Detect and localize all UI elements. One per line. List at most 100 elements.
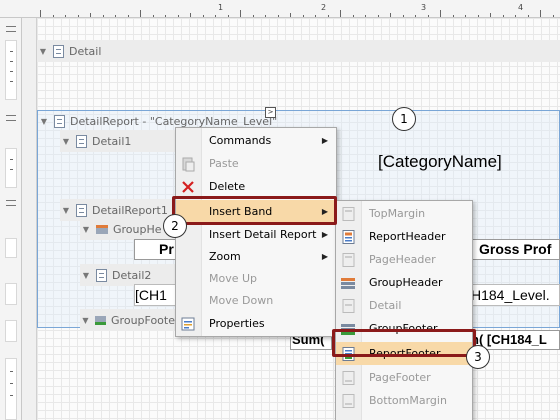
ruler-tick xyxy=(415,15,416,17)
ruler-tick xyxy=(365,15,366,17)
submenu-item-detail[interactable]: Detail xyxy=(336,294,472,317)
submenu-item-page-footer[interactable]: PageFooter xyxy=(336,366,472,389)
ruler-tick xyxy=(252,15,254,17)
callout-step-2: 2 xyxy=(163,214,187,238)
highlight-report-footer xyxy=(332,329,476,357)
band-detail1[interactable]: ▼ Detail1 xyxy=(60,130,175,152)
submenu-item-top-margin[interactable]: TopMargin xyxy=(336,202,472,225)
menu-item-label: PageFooter xyxy=(369,371,431,384)
band-label: Detail1 xyxy=(92,134,132,148)
menu-item-delete[interactable]: Delete xyxy=(176,175,336,198)
menu-item-move-up[interactable]: Move Up xyxy=(176,267,336,290)
ruler-tick xyxy=(340,10,341,17)
collapse-caret-icon[interactable]: ▼ xyxy=(37,47,49,56)
ruler-tick xyxy=(215,15,216,17)
ruler-tick xyxy=(377,15,379,17)
ruler-tick xyxy=(502,15,504,17)
band-group-footer[interactable]: ▼ GroupFoote xyxy=(80,309,175,331)
band-grip-icon[interactable] xyxy=(6,115,16,121)
collapse-caret-icon[interactable]: ▼ xyxy=(60,137,72,146)
collapse-caret-icon[interactable]: ▼ xyxy=(60,206,72,215)
menu-item-label: Commands xyxy=(209,134,272,147)
ruler-tick xyxy=(477,15,479,17)
header-cell-gross-profit[interactable]: Gross Prof xyxy=(470,239,560,260)
ruler-segment xyxy=(5,358,17,420)
bottom-margin-icon xyxy=(340,393,356,409)
ruler-number: 3 xyxy=(421,3,427,12)
ruler-tick xyxy=(452,15,454,17)
ruler-tick xyxy=(40,10,41,17)
band-icon xyxy=(96,268,107,282)
ruler-tick xyxy=(227,15,229,17)
ruler-tick xyxy=(77,15,79,17)
group-footer-icon xyxy=(95,315,107,325)
collapse-caret-icon[interactable]: ▼ xyxy=(80,271,92,280)
horizontal-ruler: 1 2 3 4 xyxy=(0,0,560,18)
callout-step-1: 1 xyxy=(392,107,416,131)
band-label: GroupFoote xyxy=(111,313,175,327)
ruler-tick xyxy=(265,15,266,17)
detail-icon xyxy=(340,298,356,314)
band-group-header[interactable]: ▼ GroupHe xyxy=(80,218,175,240)
menu-item-insert-detail-report[interactable]: Insert Detail Report ▶ xyxy=(176,223,336,246)
highlight-insert-band xyxy=(172,196,337,225)
band-icon xyxy=(53,44,64,58)
menu-item-commands[interactable]: Commands ▶ xyxy=(176,129,336,152)
band-icon xyxy=(76,134,87,148)
band-grip-icon[interactable] xyxy=(6,200,16,206)
menu-item-label: Move Down xyxy=(209,294,274,307)
ruler-tick xyxy=(540,10,541,17)
category-name-field[interactable]: [CategoryName] xyxy=(340,148,560,176)
ruler-segment xyxy=(5,40,17,100)
submenu-item-report-header[interactable]: ReportHeader xyxy=(336,225,472,248)
properties-icon xyxy=(180,316,196,332)
menu-item-zoom[interactable]: Zoom ▶ xyxy=(176,245,336,268)
band-icon xyxy=(54,114,65,128)
menu-item-label: Detail xyxy=(369,299,402,312)
collapse-caret-icon[interactable]: ▼ xyxy=(38,117,50,126)
detail-cell-ch1[interactable]: [CH1 xyxy=(134,284,176,306)
band-label: DetailReport1 xyxy=(92,203,168,217)
detail-cell-ch184-level[interactable]: H184_Level. xyxy=(470,284,560,306)
band-detail[interactable]: ▼ Detail xyxy=(37,40,560,62)
ruler-segment xyxy=(5,283,17,305)
ruler-tick xyxy=(427,15,429,17)
header-cell-pr[interactable]: Pr xyxy=(134,239,176,260)
ruler-segment xyxy=(5,238,17,258)
ruler-tick xyxy=(527,15,529,17)
ruler-tick xyxy=(515,15,516,17)
menu-item-label: BottomMargin xyxy=(369,394,447,407)
band-label: Detail2 xyxy=(112,268,152,282)
menu-item-label: Zoom xyxy=(209,250,241,263)
menu-item-move-down[interactable]: Move Down xyxy=(176,289,336,312)
smart-tag-icon[interactable]: > xyxy=(265,107,276,118)
context-menu: Commands ▶ Paste Delete Insert Band ▶ In… xyxy=(175,127,337,337)
ruler-number: 1 xyxy=(218,3,224,12)
ruler-number: 4 xyxy=(518,3,524,12)
collapse-caret-icon[interactable]: ▼ xyxy=(80,225,92,234)
submenu-item-bottom-margin[interactable]: BottomMargin xyxy=(336,389,472,412)
page-footer-icon xyxy=(340,370,356,386)
band-icon xyxy=(76,203,87,217)
ruler-tick xyxy=(277,15,279,17)
menu-item-label: TopMargin xyxy=(369,207,426,220)
ruler-tick xyxy=(552,15,554,17)
submenu-item-page-header[interactable]: PageHeader xyxy=(336,248,472,271)
menu-item-label: GroupHeader xyxy=(369,276,443,289)
ruler-tick xyxy=(152,15,154,17)
vertical-ruler xyxy=(0,18,22,420)
ruler-tick xyxy=(327,15,329,17)
page-header-icon xyxy=(340,252,356,268)
menu-item-paste[interactable]: Paste xyxy=(176,152,336,175)
band-grip-icon[interactable] xyxy=(6,26,16,32)
report-header-icon xyxy=(340,229,356,245)
paste-icon xyxy=(180,156,196,172)
collapse-caret-icon[interactable]: ▼ xyxy=(80,316,91,325)
ruler-tick xyxy=(190,13,191,17)
submenu-item-group-header[interactable]: GroupHeader xyxy=(336,271,472,294)
ruler-number: 2 xyxy=(321,3,327,12)
delete-icon xyxy=(180,179,196,195)
menu-item-properties[interactable]: Properties xyxy=(176,312,336,335)
band-detail2[interactable]: ▼ Detail2 xyxy=(80,264,175,286)
ruler-tick xyxy=(390,13,391,17)
